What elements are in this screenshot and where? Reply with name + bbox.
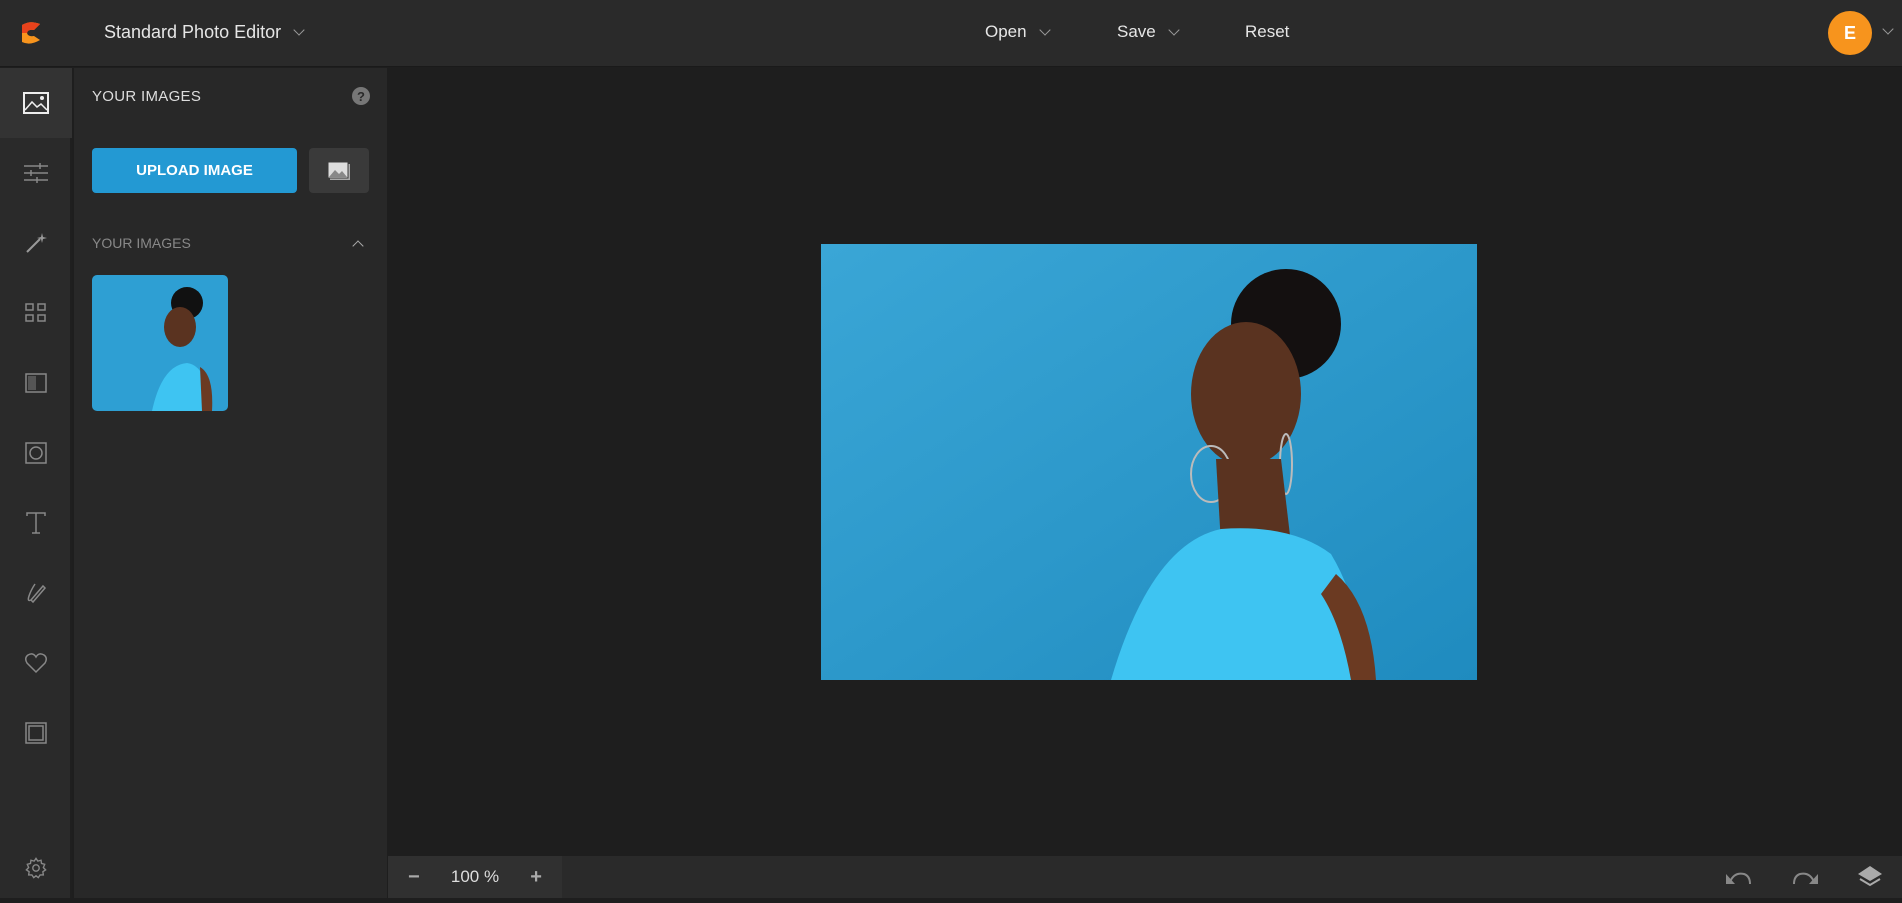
image-thumbnail[interactable] <box>92 275 228 411</box>
avatar[interactable]: E <box>1828 11 1872 55</box>
collapse-chevron-icon[interactable] <box>352 240 364 252</box>
open-label: Open <box>985 22 1027 41</box>
reset-label: Reset <box>1245 22 1290 41</box>
save-menu[interactable]: Save <box>1117 22 1180 42</box>
chevron-down-icon <box>1168 23 1180 36</box>
reset-button[interactable]: Reset <box>1245 22 1289 42</box>
rail-vignette[interactable] <box>0 418 72 488</box>
adjust-sliders-icon <box>24 163 48 183</box>
top-bar: Standard Photo Editor Open Save Reset E <box>0 0 1902 67</box>
tool-rail <box>0 68 72 898</box>
redo-icon[interactable] <box>1792 864 1820 890</box>
panel-title: YOUR IMAGES <box>92 88 202 105</box>
rail-images[interactable] <box>0 68 72 138</box>
rail-frames[interactable] <box>0 698 72 768</box>
avatar-initial: E <box>1843 22 1856 43</box>
draw-icon <box>27 583 47 604</box>
images-icon <box>23 92 49 114</box>
rail-draw[interactable] <box>0 558 72 628</box>
bottom-bar: − 100 % + <box>388 856 1902 898</box>
chevron-down-icon <box>1038 23 1051 36</box>
rail-settings[interactable] <box>0 833 72 903</box>
canvas-photo[interactable] <box>821 244 1477 680</box>
zoom-out-button[interactable]: − <box>408 866 420 889</box>
gallery-icon <box>327 161 350 180</box>
zoom-control: − 100 % + <box>388 856 562 898</box>
text-icon <box>26 512 46 534</box>
zoom-level[interactable]: 100 % <box>451 867 499 887</box>
open-menu[interactable]: Open <box>985 22 1051 42</box>
texture-icon <box>25 373 47 393</box>
save-label: Save <box>1117 22 1156 41</box>
section-title: YOUR IMAGES <box>92 235 191 251</box>
upload-image-button[interactable]: UPLOAD IMAGE <box>92 148 297 193</box>
thumbnail-photo <box>92 275 228 411</box>
undo-icon[interactable] <box>1724 864 1752 890</box>
stock-images-button[interactable] <box>309 148 369 193</box>
help-glyph: ? <box>357 88 365 104</box>
zoom-in-button[interactable]: + <box>530 866 542 889</box>
magic-wand-icon <box>26 233 47 253</box>
rail-effects[interactable] <box>0 208 72 278</box>
app-name: Standard Photo Editor <box>104 22 282 42</box>
vignette-icon <box>25 442 47 464</box>
app-switcher[interactable]: Standard Photo Editor <box>104 22 305 43</box>
help-icon[interactable]: ? <box>352 87 370 105</box>
grid-icon <box>25 303 46 322</box>
frame-icon <box>25 722 47 744</box>
rail-text[interactable] <box>0 488 72 558</box>
app-logo[interactable] <box>18 20 44 46</box>
rail-textures[interactable] <box>0 348 72 418</box>
images-panel: YOUR IMAGES ? UPLOAD IMAGE YOUR IMAGES <box>74 68 387 898</box>
heart-icon <box>24 653 48 674</box>
rail-stickers[interactable] <box>0 628 72 698</box>
account-chevron-icon[interactable] <box>1882 23 1894 35</box>
rail-adjust[interactable] <box>0 138 72 208</box>
chevron-down-icon <box>293 24 305 36</box>
gear-icon <box>25 857 47 879</box>
layers-icon[interactable] <box>1856 864 1884 890</box>
rail-layouts[interactable] <box>0 278 72 348</box>
